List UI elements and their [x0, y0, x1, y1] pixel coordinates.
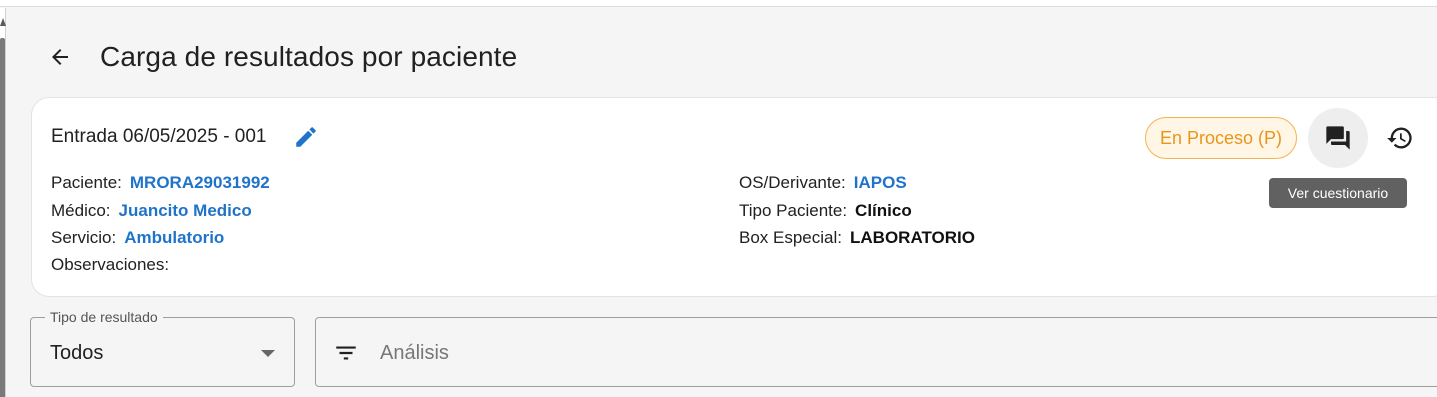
back-button[interactable] — [40, 37, 80, 77]
top-border — [0, 0, 1437, 7]
edit-button[interactable] — [291, 122, 321, 152]
questionnaire-button[interactable] — [1308, 108, 1368, 168]
page-header: Carga de resultados por paciente — [40, 36, 517, 78]
paciente-link[interactable]: MRORA29031992 — [130, 173, 270, 192]
tooltip: Ver cuestionario — [1269, 178, 1407, 208]
forum-icon — [1326, 126, 1350, 150]
status-badge: En Proceso (P) — [1145, 117, 1297, 159]
filter-icon[interactable] — [332, 340, 360, 366]
select-label: Tipo de resultado — [45, 309, 163, 325]
os-derivante-link[interactable]: IAPOS — [854, 173, 907, 192]
servicio-link[interactable]: Ambulatorio — [124, 228, 224, 247]
field-medico: Médico: Juancito Medico — [51, 201, 252, 221]
field-label: Médico: — [51, 201, 111, 220]
tipo-resultado-select[interactable]: Tipo de resultado Todos — [30, 309, 295, 387]
arrow-left-icon — [52, 49, 68, 65]
field-label: Servicio: — [51, 228, 117, 247]
chevron-down-icon — [261, 350, 275, 357]
field-tipo-paciente: Tipo Paciente: Clínico — [739, 201, 912, 221]
entry-header: Entrada 06/05/2025 - 001 — [51, 122, 321, 152]
tipo-paciente-value: Clínico — [855, 201, 912, 220]
history-button[interactable] — [1378, 116, 1422, 160]
field-label: OS/Derivante: — [739, 173, 846, 192]
field-label: Box Especial: — [739, 228, 842, 247]
scroll-up-icon[interactable] — [0, 18, 6, 26]
medico-link[interactable]: Juancito Medico — [119, 201, 252, 220]
field-box-especial: Box Especial: LABORATORIO — [739, 228, 975, 248]
search-input[interactable] — [380, 336, 1080, 370]
scrollbar-thumb[interactable] — [0, 38, 5, 397]
entry-card: Entrada 06/05/2025 - 001 Paciente: MRORA2… — [31, 97, 1437, 297]
entry-title: Entrada 06/05/2025 - 001 — [51, 126, 267, 147]
field-observaciones: Observaciones: — [51, 255, 169, 275]
field-servicio: Servicio: Ambulatorio — [51, 228, 224, 248]
field-label: Paciente: — [51, 173, 122, 192]
box-especial-value: LABORATORIO — [850, 228, 975, 247]
select-value: Todos — [50, 342, 104, 364]
analisis-search — [315, 317, 1437, 387]
field-label: Observaciones: — [51, 255, 170, 274]
field-os-derivante: OS/Derivante: IAPOS — [739, 173, 907, 193]
page-title: Carga de resultados por paciente — [100, 41, 518, 72]
scrollbar[interactable] — [0, 8, 6, 397]
history-icon — [1387, 127, 1412, 149]
pencil-icon — [295, 127, 316, 147]
field-label: Tipo Paciente: — [739, 201, 848, 220]
field-paciente: Paciente: MRORA29031992 — [51, 173, 270, 193]
